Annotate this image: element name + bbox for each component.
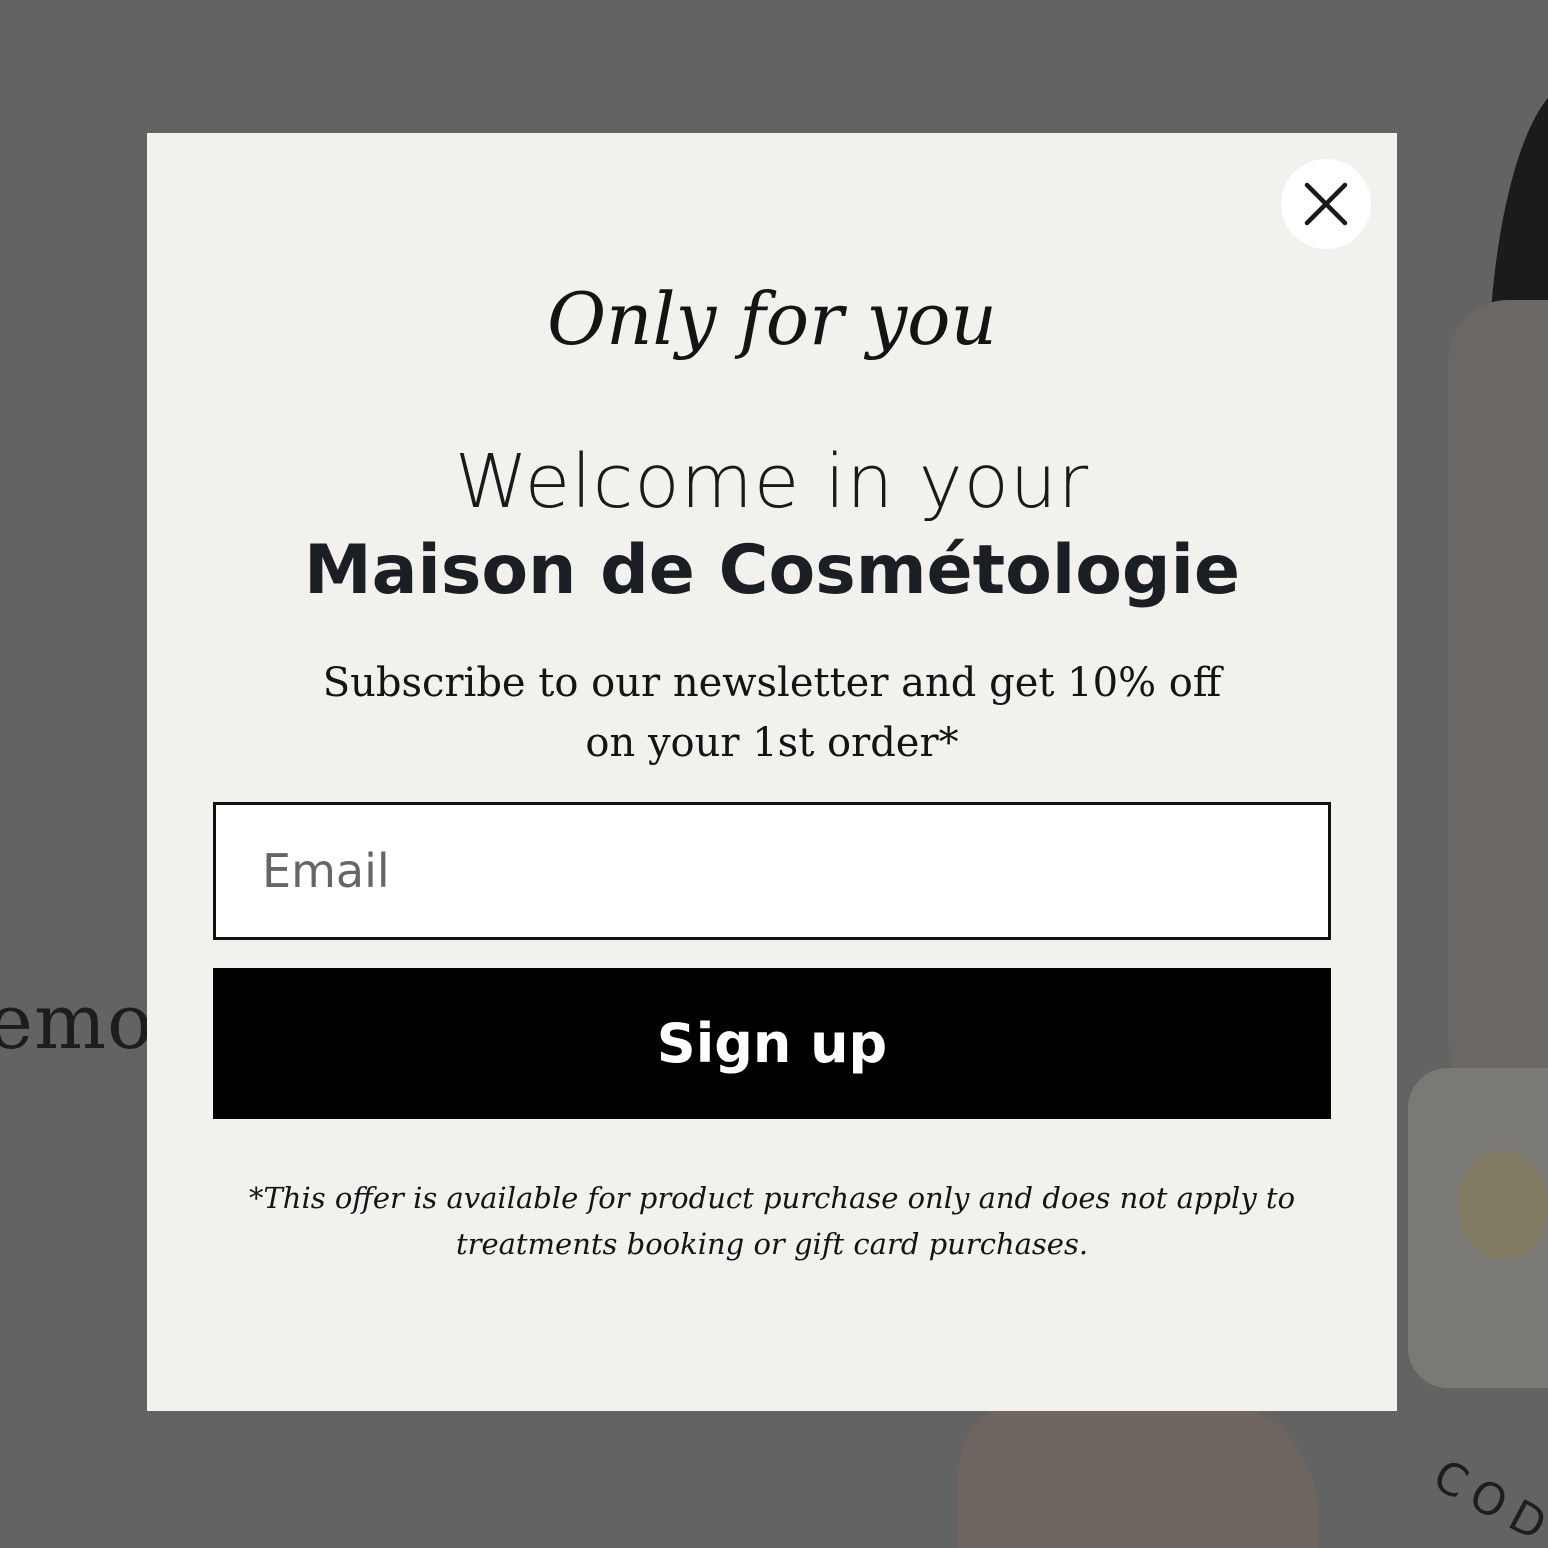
sign-up-button[interactable]: Sign up bbox=[213, 968, 1331, 1119]
close-button[interactable] bbox=[1281, 159, 1371, 249]
modal-brand-heading: Maison de Cosmétologie bbox=[303, 531, 1241, 610]
modal-welcome-heading: Welcome in your bbox=[454, 439, 1090, 525]
modal-subtitle: Subscribe to our newsletter and get 10% … bbox=[322, 660, 1222, 766]
newsletter-modal: Only for you Welcome in your Maison de C… bbox=[147, 133, 1397, 1411]
background-hand-shape bbox=[958, 1395, 1318, 1548]
email-input[interactable] bbox=[213, 802, 1331, 940]
close-icon bbox=[1304, 182, 1348, 226]
background-jar-highlight bbox=[1458, 1150, 1548, 1260]
offer-disclaimer: *This offer is available for product pur… bbox=[248, 1181, 1296, 1261]
modal-eyebrow: Only for you bbox=[547, 277, 997, 361]
background-face-shape bbox=[1448, 300, 1548, 1120]
